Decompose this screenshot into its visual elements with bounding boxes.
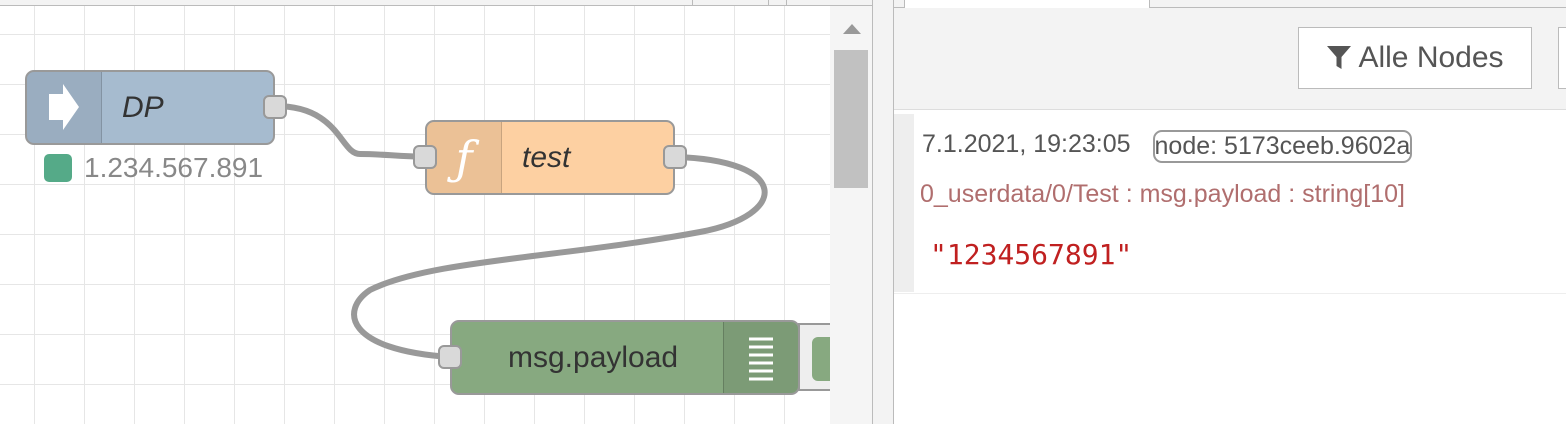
debug-sidebar: Alle Nodes 7.1.2021, 19:23:05 node: 5173… (894, 0, 1566, 424)
message-meta: 7.1.2021, 19:23:05 node: 5173ceeb.9602a (922, 130, 1413, 163)
dp-node-status: 1.234.567.891 (44, 152, 263, 184)
test-input-port[interactable] (413, 145, 437, 169)
debug-toggle-button[interactable] (798, 323, 830, 391)
dp-node-label: DP (122, 90, 164, 124)
debug-toolbar: Alle Nodes (894, 8, 1566, 110)
workspace-scrollbar[interactable] (830, 6, 872, 424)
message-value[interactable]: "1234567891" (930, 238, 1132, 271)
message-node-id[interactable]: node: 5173ceeb.9602a (1152, 130, 1413, 163)
test-node-label: test (522, 140, 571, 174)
dp-node-icon-area (27, 72, 102, 143)
message-side-bar (894, 114, 914, 292)
sidebar-separator[interactable] (872, 0, 894, 424)
workspace-tabs-bar (0, 0, 872, 6)
filter-nodes-button[interactable]: Alle Nodes (1298, 27, 1532, 89)
scrollbar-thumb[interactable] (834, 50, 868, 188)
test-node-icon-area: ƒ (427, 122, 502, 193)
tab-debug[interactable] (904, 0, 1150, 8)
dp-node[interactable]: DP (25, 70, 275, 145)
dp-status-text: 1.234.567.891 (84, 152, 264, 183)
message-topic: 0_userdata/0/Test : msg.payload : string… (920, 180, 1405, 208)
arrow-right-icon (49, 84, 79, 130)
sidebar-tabs (894, 0, 1566, 8)
wire-dp-to-test[interactable] (274, 103, 426, 160)
debug-input-port[interactable] (438, 345, 462, 369)
test-output-port[interactable] (663, 145, 687, 169)
list-icon (749, 337, 773, 381)
scroll-up-icon[interactable] (843, 24, 861, 34)
filter-icon (1327, 46, 1352, 69)
debug-node-label: msg.payload (508, 340, 679, 374)
clear-messages-button[interactable] (1558, 27, 1566, 89)
status-dot (44, 154, 72, 182)
filter-button-label: Alle Nodes (1358, 41, 1504, 74)
dp-output-port[interactable] (263, 95, 287, 119)
debug-node[interactable]: msg.payload (450, 320, 800, 395)
debug-node-icon-area (723, 322, 798, 393)
test-function-node[interactable]: ƒ test (425, 120, 675, 195)
function-icon: ƒ (455, 130, 473, 185)
flow-workspace[interactable]: DP 1.234.567.891 ƒ test msg.payload (0, 0, 830, 424)
message-timestamp: 7.1.2021, 19:23:05 (922, 130, 1131, 158)
debug-message[interactable]: 7.1.2021, 19:23:05 node: 5173ceeb.9602a … (894, 114, 1566, 294)
